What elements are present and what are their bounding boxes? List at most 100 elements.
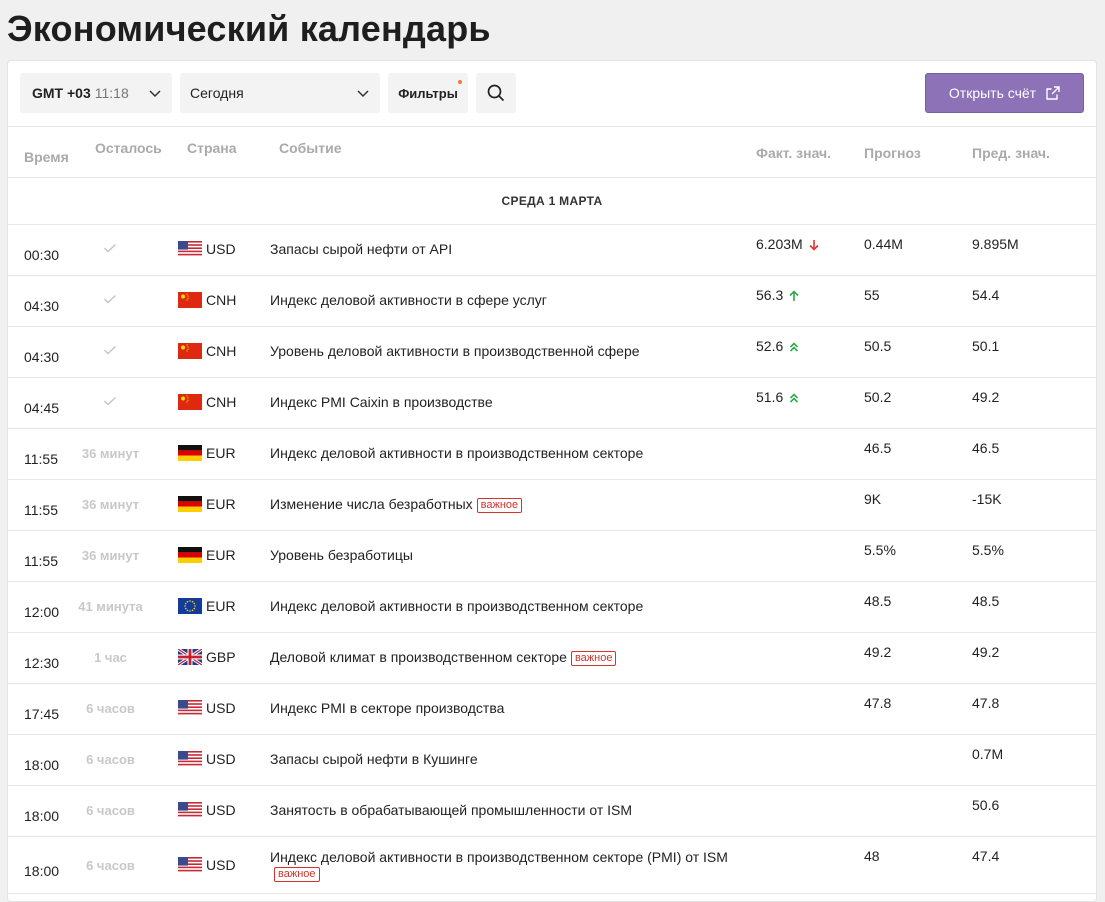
chevron-down-icon xyxy=(357,90,369,98)
event-title[interactable]: Индекс деловой активности в производстве… xyxy=(270,445,730,461)
double-chevron-up-icon xyxy=(789,391,799,407)
actual-value: 52.6 xyxy=(756,338,799,356)
currency: CNH xyxy=(206,394,237,410)
page-title: Экономический календарь xyxy=(7,8,491,49)
actual-value: 6.203M xyxy=(756,236,819,254)
open-account-button[interactable]: Открыть счёт xyxy=(925,73,1084,113)
table-row[interactable]: 11:55 36 минут EUR Изменение числа безработ… xyxy=(8,480,1096,531)
currency: EUR xyxy=(206,445,236,461)
forecast-value: 48.5 xyxy=(864,593,892,609)
event-title-text: Уровень безработицы xyxy=(270,547,413,563)
timezone-code: GMT +03 xyxy=(32,85,91,101)
currency: CNH xyxy=(206,343,237,359)
time-left: 36 минут xyxy=(81,446,140,461)
column-event: Событие xyxy=(279,140,342,156)
de-flag xyxy=(178,445,202,461)
search-icon xyxy=(487,84,505,102)
event-title[interactable]: Индекс деловой активности в производстве… xyxy=(270,598,730,614)
column-time: Время xyxy=(24,149,69,165)
previous-value: -15K xyxy=(972,491,1002,507)
event-time: 11:55 xyxy=(24,451,58,467)
time-left: 36 минут xyxy=(81,497,140,512)
time-left: 6 часов xyxy=(86,701,135,716)
event-time: 12:30 xyxy=(24,655,60,671)
forecast-value: 50.2 xyxy=(864,389,892,405)
completed-check-icon xyxy=(103,342,117,358)
currency: EUR xyxy=(206,547,236,563)
time-left: 6 часов xyxy=(86,858,135,873)
event-title[interactable]: Индекс PMI Caixin в производстве xyxy=(270,394,730,410)
event-title-text: Занятость в обрабатывающей промышленност… xyxy=(270,802,633,818)
event-title[interactable]: Индекс PMI в секторе производства xyxy=(270,700,730,716)
forecast-value: 46.5 xyxy=(864,440,892,456)
forecast-value: 48 xyxy=(864,848,880,864)
event-title[interactable]: Индекс деловой активности в производстве… xyxy=(270,849,730,882)
us-flag xyxy=(178,802,202,818)
completed-check-icon xyxy=(103,291,117,307)
table-row[interactable]: 18:00 6 часов USD Индекс деловой активности… xyxy=(8,837,1096,894)
table-row[interactable]: 00:30 USD Запасы сырой нефти от API 6.203M 0… xyxy=(8,225,1096,276)
event-title[interactable]: Деловой климат в производственном сектор… xyxy=(270,649,730,666)
table-row[interactable]: 18:00 6 часов USD Занятость в обрабатывающе… xyxy=(8,786,1096,837)
important-badge: важное xyxy=(274,867,320,882)
currency: USD xyxy=(206,700,236,716)
filters-label: Фильтры xyxy=(398,85,458,101)
us-flag xyxy=(178,700,202,716)
table-row[interactable]: 17:45 6 часов USD Индекс PMI в секторе прои… xyxy=(8,684,1096,735)
event-title-text: Запасы сырой нефти от API xyxy=(270,241,453,257)
gb-flag xyxy=(178,649,202,665)
currency: USD xyxy=(206,802,236,818)
event-time: 17:45 xyxy=(24,706,60,722)
table-row[interactable]: 04:30 CNH Индекс деловой активности в сфер… xyxy=(8,276,1096,327)
previous-value: 49.2 xyxy=(972,644,1000,660)
previous-value: 48.5 xyxy=(972,593,1000,609)
double-chevron-up-icon xyxy=(789,340,799,356)
column-country: Страна xyxy=(187,140,237,156)
event-title[interactable]: Уровень безработицы xyxy=(270,547,730,563)
table-row[interactable]: 12:30 1 час GBP Деловой климат в производст… xyxy=(8,633,1096,684)
previous-value: 0.7M xyxy=(972,746,1004,762)
filters-button[interactable]: Фильтры xyxy=(388,73,468,113)
actual-value: 56.3 xyxy=(756,287,799,305)
actual-value-text: 52.6 xyxy=(756,338,784,354)
event-time: 11:55 xyxy=(24,502,58,518)
event-title[interactable]: Изменение числа безработных важное xyxy=(270,496,730,513)
event-title-text: Индекс деловой активности в производстве… xyxy=(270,849,728,865)
event-title[interactable]: Запасы сырой нефти от API xyxy=(270,241,730,257)
filters-indicator-dot xyxy=(458,80,462,84)
toolbar: GMT +03 11:18 Сегодня Фильтры Открыть сч… xyxy=(8,61,1096,127)
completed-check-icon xyxy=(103,240,117,256)
event-time: 18:00 xyxy=(24,757,60,773)
event-time: 12:00 xyxy=(24,604,60,620)
previous-value: 47.4 xyxy=(972,848,1000,864)
previous-value: 5.5% xyxy=(972,542,1004,558)
date-select[interactable]: Сегодня xyxy=(180,73,380,113)
column-forecast: Прогноз xyxy=(864,145,921,161)
eu-flag xyxy=(178,598,202,614)
forecast-value: 55 xyxy=(864,287,880,303)
event-title[interactable]: Уровень деловой активности в производств… xyxy=(270,343,730,359)
us-flag xyxy=(178,751,202,767)
table-row[interactable]: 18:00 6 часов USD Запасы сырой нефти в Куши… xyxy=(8,735,1096,786)
table-header: Время Осталось Страна Событие Факт. знач… xyxy=(8,127,1096,178)
forecast-value: 5.5% xyxy=(864,542,896,558)
table-row[interactable]: 11:55 36 минут EUR Индекс деловой активност… xyxy=(8,429,1096,480)
arrow-down-icon xyxy=(809,238,819,254)
important-badge: важное xyxy=(476,498,523,513)
forecast-value: 9K xyxy=(864,491,882,507)
calendar-card: GMT +03 11:18 Сегодня Фильтры Открыть сч… xyxy=(7,60,1097,902)
table-row[interactable]: 12:00 41 минута EUR Индекс деловой активнос… xyxy=(8,582,1096,633)
table-row[interactable]: 04:30 CNH Уровень деловой активности в про… xyxy=(8,327,1096,378)
event-title-text: Индекс деловой активности в производстве… xyxy=(270,598,644,614)
cn-flag xyxy=(178,394,202,410)
event-title[interactable]: Занятость в обрабатывающей промышленност… xyxy=(270,802,730,818)
event-title[interactable]: Индекс деловой активности в сфере услуг xyxy=(270,292,730,308)
table-row[interactable]: 04:45 CNH Индекс PMI Caixin в производстве… xyxy=(8,378,1096,429)
timezone-select[interactable]: GMT +03 11:18 xyxy=(20,73,172,113)
event-title[interactable]: Запасы сырой нефти в Кушинге xyxy=(270,751,730,767)
table-row[interactable]: 11:55 36 минут EUR Уровень безработицы 5.5% 5… xyxy=(8,531,1096,582)
event-title-text: Изменение числа безработных xyxy=(270,496,473,512)
previous-value: 46.5 xyxy=(972,440,1000,456)
search-button[interactable] xyxy=(476,73,516,113)
event-time: 00:30 xyxy=(24,247,60,263)
